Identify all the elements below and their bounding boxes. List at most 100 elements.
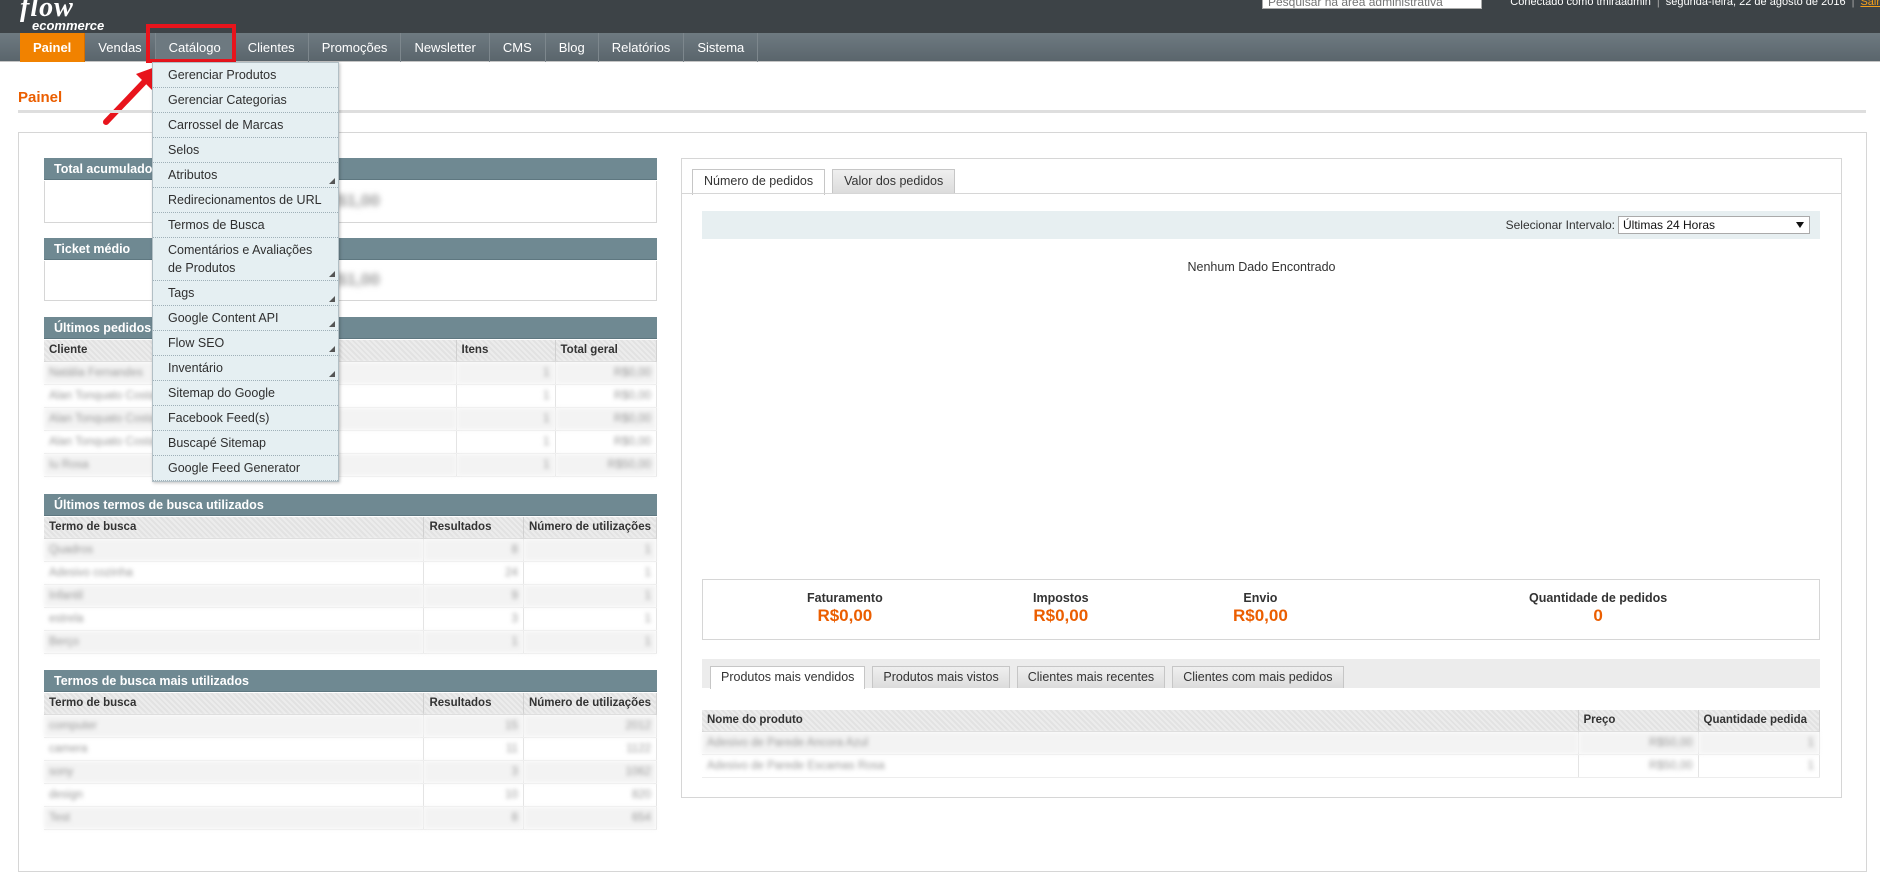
tab-clientes-mais-recentes[interactable]: Clientes mais recentes xyxy=(1016,666,1166,688)
totals-quantidade-de-pedidos: Quantidade de pedidos 0 xyxy=(1529,591,1667,626)
nav-item-promocoes[interactable]: Promoções xyxy=(309,33,402,62)
orders-chart-panel: Número de pedidos Valor dos pedidos Sele… xyxy=(681,158,1842,798)
column-header-itens[interactable]: Itens xyxy=(456,340,556,362)
header-separator: | xyxy=(1656,0,1660,8)
table-header-row: Termo de busca Resultados Número de util… xyxy=(44,517,658,539)
column-header-resultados[interactable]: Resultados xyxy=(423,517,524,539)
table-row[interactable]: estrela 3 1 xyxy=(44,607,658,631)
column-header-total-geral[interactable]: Total geral xyxy=(555,340,657,362)
nav-item-sistema[interactable]: Sistema xyxy=(684,33,759,62)
header-info: Conectado como tmiraadmin | segunda-feira,… xyxy=(1510,0,1880,8)
search-term: Adesivo cozinha xyxy=(44,561,425,585)
table-row[interactable]: design 10 820 xyxy=(44,783,658,807)
column-header-numero-de-utilizacoes[interactable]: Número de utilizações xyxy=(523,517,658,539)
menu-item-inventario[interactable]: Inventário xyxy=(153,356,338,381)
table-header-row: Termo de busca Resultados Número de util… xyxy=(44,693,658,715)
tab-numero-de-pedidos[interactable]: Número de pedidos xyxy=(692,169,826,195)
table-row[interactable]: sony 3 1062 xyxy=(44,760,658,784)
totals-impostos: Impostos R$0,00 xyxy=(1033,591,1089,626)
search-term: Quadros xyxy=(44,538,425,562)
logout-link[interactable]: Sair xyxy=(1860,0,1880,8)
table-row[interactable]: camera 11 1122 xyxy=(44,737,658,761)
nav-item-painel[interactable]: Painel xyxy=(20,33,86,62)
column-header-resultados[interactable]: Resultados xyxy=(423,693,524,715)
global-search-input[interactable] xyxy=(1262,0,1482,9)
totals-faturamento: Faturamento R$0,00 xyxy=(807,591,883,626)
menu-item-redirecionamentos-de-url[interactable]: Redirecionamentos de URL xyxy=(153,188,338,213)
submenu-arrow-icon xyxy=(329,371,335,377)
nav-item-catalogo[interactable]: Catálogo xyxy=(155,33,235,62)
menu-item-buscape-sitemap[interactable]: Buscapé Sitemap xyxy=(153,431,338,456)
table-row[interactable]: Test 8 654 xyxy=(44,806,658,830)
tab-produtos-mais-vistos[interactable]: Produtos mais vistos xyxy=(872,666,1010,688)
table-row[interactable]: Natália Fernandes 1 R$0,00 xyxy=(44,361,657,385)
column-header-termo-de-busca[interactable]: Termo de busca xyxy=(44,693,425,715)
menu-item-comentarios-e-avaliacoes[interactable]: Comentários e Avaliações de Produtos xyxy=(153,238,338,281)
order-items: 1 xyxy=(456,361,556,385)
column-header-numero-de-utilizacoes[interactable]: Número de utilizações xyxy=(523,693,658,715)
menu-item-selos[interactable]: Selos xyxy=(153,138,338,163)
header-date: segunda-feira, 22 de agosto de 2016 xyxy=(1665,0,1846,8)
search-term: design xyxy=(44,783,425,807)
table-row[interactable]: Iu Rosa 1 R$50,00 xyxy=(44,453,657,477)
table-row[interactable]: computer 15 2012 xyxy=(44,714,658,738)
nav-item-vendas[interactable]: Vendas xyxy=(85,33,156,62)
no-data-message: Nenhum Dado Encontrado xyxy=(1187,260,1336,274)
logo[interactable]: flow ecommerce xyxy=(20,0,104,32)
table-row[interactable]: Adesivo de Parede Escamas Rosa R$50,00 1 xyxy=(702,754,1820,778)
table-row[interactable]: Adesivo cozinha 24 1 xyxy=(44,561,658,585)
lifetime-sales-header: Total acumulado xyxy=(44,158,657,180)
table-row[interactable]: Quadros 8 1 xyxy=(44,538,658,562)
search-results: 1 xyxy=(423,630,524,654)
menu-item-google-content-api[interactable]: Google Content API xyxy=(153,306,338,331)
menu-item-label: Tags xyxy=(168,286,195,300)
menu-item-termos-de-busca[interactable]: Termos de Busca xyxy=(153,213,338,238)
submenu-arrow-icon xyxy=(329,321,335,327)
totals-value: R$0,00 xyxy=(1033,606,1089,625)
search-uses: 654 xyxy=(523,806,658,830)
range-select[interactable]: Últimas 24 Horas xyxy=(1618,216,1810,234)
search-term: estrela xyxy=(44,607,425,631)
menu-item-facebook-feeds[interactable]: Facebook Feed(s) xyxy=(153,406,338,431)
menu-item-gerenciar-produtos[interactable]: Gerenciar Produtos xyxy=(153,63,338,88)
menu-item-tags[interactable]: Tags xyxy=(153,281,338,306)
nav-item-relatorios[interactable]: Relatórios xyxy=(599,33,685,62)
nav-item-cms[interactable]: CMS xyxy=(490,33,546,62)
tab-valor-dos-pedidos[interactable]: Valor dos pedidos xyxy=(832,169,956,193)
menu-item-sitemap-do-google[interactable]: Sitemap do Google xyxy=(153,381,338,406)
top-search-terms-table: Termo de busca Resultados Número de util… xyxy=(44,693,658,830)
column-header-termo-de-busca[interactable]: Termo de busca xyxy=(44,517,425,539)
column-header-quantidade-pedida[interactable]: Quantidade pedida xyxy=(1698,710,1820,732)
search-uses: 1 xyxy=(523,561,658,585)
column-header-nome-do-produto[interactable]: Nome do produto xyxy=(702,710,1579,732)
menu-item-label: Flow SEO xyxy=(168,336,225,350)
nav-item-clientes[interactable]: Clientes xyxy=(235,33,309,62)
table-row[interactable]: Alan Tonquato Costa 1 R$0,00 xyxy=(44,384,657,408)
nav-item-newsletter[interactable]: Newsletter xyxy=(401,33,490,62)
nav-item-blog[interactable]: Blog xyxy=(546,33,599,62)
product-price: R$50,00 xyxy=(1578,754,1699,778)
menu-item-google-feed-generator[interactable]: Google Feed Generator xyxy=(153,456,338,481)
last-orders-table: Cliente Itens Total geral Natália Fernan… xyxy=(44,340,657,477)
order-total: R$0,00 xyxy=(555,384,657,408)
table-row[interactable]: Adesivo de Parede Ancora Azul R$50,00 1 xyxy=(702,731,1820,755)
totals-value: R$0,00 xyxy=(1233,606,1288,625)
table-row[interactable]: Berço 1 1 xyxy=(44,630,658,654)
tab-clientes-com-mais-pedidos[interactable]: Clientes com mais pedidos xyxy=(1172,666,1344,688)
menu-item-atributos[interactable]: Atributos xyxy=(153,163,338,188)
range-select-value: Últimas 24 Horas xyxy=(1623,218,1716,232)
totals-label: Quantidade de pedidos xyxy=(1529,591,1668,605)
last-search-terms-header: Últimos termos de busca utilizados xyxy=(44,494,657,516)
column-header-preco[interactable]: Preço xyxy=(1578,710,1699,732)
tab-produtos-mais-vendidos[interactable]: Produtos mais vendidos xyxy=(710,666,866,689)
menu-item-label: Buscapé Sitemap xyxy=(168,436,266,450)
chart-tabs: Número de pedidos Valor dos pedidos xyxy=(692,169,956,195)
menu-item-flow-seo[interactable]: Flow SEO xyxy=(153,331,338,356)
table-row[interactable]: Alan Tonquato Costa 1 R$0,00 xyxy=(44,430,657,454)
search-term: computer xyxy=(44,714,425,738)
order-total: R$0,00 xyxy=(555,430,657,454)
menu-item-carrossel-de-marcas[interactable]: Carrossel de Marcas xyxy=(153,113,338,138)
table-row[interactable]: Infantil 9 1 xyxy=(44,584,658,608)
table-row[interactable]: Alan Tonquato Costa 1 R$0,00 xyxy=(44,407,657,431)
menu-item-gerenciar-categorias[interactable]: Gerenciar Categorias xyxy=(153,88,338,113)
